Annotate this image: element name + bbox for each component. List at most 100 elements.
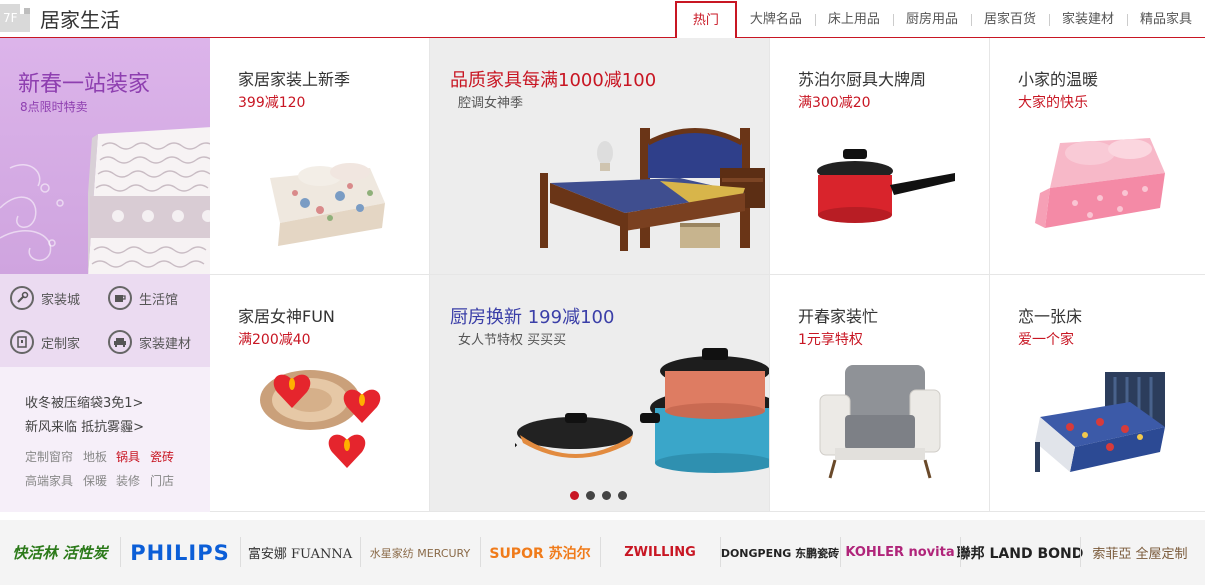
link-premium-furniture[interactable]: 高端家具 <box>25 472 73 489</box>
promo-link-quilt-bags[interactable]: 收冬被压缩袋3免1> <box>25 392 143 411</box>
brand-logo-text: 水星家纺 MERCURY <box>369 546 471 560</box>
brand-logo-text: PHILIPS <box>130 540 230 565</box>
promo-tile-bed[interactable]: 恋一张床 爱一个家 <box>990 275 1205 512</box>
kids-bed-image <box>1035 372 1165 472</box>
tile-subtitle: 大家的快乐 <box>1018 95 1088 111</box>
promo-tile-candles[interactable]: 家居女神FUN 满200减40 <box>210 275 430 512</box>
tile-subtitle: 爱一个家 <box>1018 332 1074 348</box>
banner-subtitle: 8点限时特卖 <box>20 100 88 114</box>
carousel-dot-2[interactable] <box>586 491 595 500</box>
tab-building-materials[interactable]: 家装建材 <box>1048 0 1127 38</box>
armchair-image <box>819 365 941 479</box>
promo-tile-home-warm[interactable]: 小家的温暖 大家的快乐 <box>990 38 1205 275</box>
tile-title: 恋一张床 <box>1018 307 1083 326</box>
tab-bedding[interactable]: 床上用品 <box>814 0 893 38</box>
brand-zwilling[interactable]: ZWILLING <box>600 520 720 585</box>
link-custom-home[interactable]: 定制家 <box>10 330 80 354</box>
link-building-materials[interactable]: 家装建材 <box>108 330 191 354</box>
brand-logo-text: 富安娜 FUANNA <box>247 547 353 562</box>
banner-title: 新春一站装家 <box>18 72 151 97</box>
tile-title: 家居家装上新季 <box>238 70 351 89</box>
promo-tile-kitchen[interactable]: 厨房换新 199减100 女人节特权 买买买 <box>430 275 770 512</box>
pink-bedding-image <box>1035 138 1165 228</box>
bed-image <box>540 128 765 251</box>
brand-logo-text: DONGPENG 东鹏瓷砖 <box>720 546 840 560</box>
tab-furniture[interactable]: 精品家具 <box>1126 0 1205 38</box>
brand-landbond[interactable]: 聯邦 LAND BOND <box>957 520 1083 585</box>
link-life-store[interactable]: 生活馆 <box>108 286 178 310</box>
tile-title: 小家的温暖 <box>1018 70 1099 89</box>
tab-kitchen[interactable]: 厨房用品 <box>892 0 971 38</box>
brand-fuanna[interactable]: 富安娜 FUANNA <box>240 520 360 585</box>
cookware-image <box>515 348 769 473</box>
link-home-decoration-city[interactable]: 家装城 <box>10 286 80 310</box>
cup-icon <box>108 286 132 310</box>
wrench-icon <box>10 286 34 310</box>
promo-link-air-purifier[interactable]: 新风来临 抵抗雾霾> <box>25 416 144 435</box>
brand-philips[interactable]: PHILIPS <box>120 520 240 585</box>
left-banner[interactable]: 新春一站装家 8点限时特卖 <box>0 38 210 274</box>
tile-title: 开春家装忙 <box>798 307 879 326</box>
bedding-image <box>270 163 385 246</box>
floor-tabs: 热门 大牌名品 床上用品 厨房用品 居家百货 家装建材 精品家具 <box>674 0 1205 40</box>
promo-tile-supor[interactable]: 苏泊尔厨具大牌周 满300减20 <box>770 38 990 275</box>
link-label: 生活馆 <box>139 292 179 308</box>
brand-logo-text: 聯邦 LAND BOND <box>956 545 1084 562</box>
floor-header: 7F 居家生活 热门 大牌名品 床上用品 厨房用品 居家百货 家装建材 精品家具 <box>0 0 1205 40</box>
tile-subtitle: 满200减40 <box>238 332 311 348</box>
tile-title: 苏泊尔厨具大牌周 <box>798 70 927 89</box>
promo-tile-bedding[interactable]: 家居家装上新季 399减120 <box>210 38 430 275</box>
tab-household[interactable]: 居家百货 <box>970 0 1049 38</box>
tile-subtitle: 腔调女神季 <box>458 96 524 111</box>
link-label: 家装建材 <box>139 336 192 352</box>
link-label: 家装城 <box>41 292 81 308</box>
carousel-dot-4[interactable] <box>618 491 627 500</box>
floor-title: 居家生活 <box>40 8 120 32</box>
tile-title: 品质家具每满1000减100 <box>450 70 657 91</box>
candles-image <box>260 370 381 468</box>
brand-kohler[interactable]: KOHLER novita <box>840 520 960 585</box>
link-label: 定制家 <box>41 336 81 352</box>
brand-sogal[interactable]: 索菲亞 全屋定制 <box>1080 520 1200 585</box>
floor-badge: 7F <box>0 4 30 32</box>
tile-title: 家居女神FUN <box>238 307 335 326</box>
link-flooring[interactable]: 地板 <box>83 448 107 465</box>
link-cookware[interactable]: 锅具 <box>116 448 140 465</box>
brand-logo-text: ZWILLING <box>624 545 696 560</box>
left-panel: 新春一站装家 8点限时特卖 家装城 生活馆 定制家 家装建材 收冬被压缩袋3免1… <box>0 38 210 512</box>
text-links: 收冬被压缩袋3免1> 新风来临 抵抗雾霾> 定制窗帘 地板 锅具 瓷砖 高端家具… <box>0 367 210 512</box>
carousel-dots <box>570 491 627 500</box>
category-icon-links: 家装城 生活馆 定制家 家装建材 <box>0 274 210 367</box>
tab-hot[interactable]: 热门 <box>674 1 737 40</box>
promo-tile-chair[interactable]: 开春家装忙 1元享特权 <box>770 275 990 512</box>
saucepan-image <box>817 149 955 223</box>
tile-subtitle: 399减120 <box>238 95 306 111</box>
brand-dongpeng[interactable]: DONGPENG 东鹏瓷砖 <box>720 520 840 585</box>
tile-subtitle: 满300减20 <box>798 95 871 111</box>
brand-logo-text: KOHLER novita <box>845 545 955 560</box>
brand-mercury[interactable]: 水星家纺 MERCURY <box>360 520 480 585</box>
brand-logo-text: 快活林 活性炭 <box>12 544 108 562</box>
brand-supor[interactable]: SUPOR 苏泊尔 <box>480 520 600 585</box>
carousel-dot-1[interactable] <box>570 491 579 500</box>
brand-logo-text: 索菲亞 全屋定制 <box>1092 547 1188 562</box>
sofa-icon <box>108 330 132 354</box>
link-stores[interactable]: 门店 <box>150 472 174 489</box>
link-curtains[interactable]: 定制窗帘 <box>25 448 73 465</box>
link-warmth[interactable]: 保暖 <box>83 472 107 489</box>
carousel-dot-3[interactable] <box>602 491 611 500</box>
door-icon <box>10 330 34 354</box>
link-tiles[interactable]: 瓷砖 <box>150 448 174 465</box>
floor-label: 7F <box>3 11 18 25</box>
brand-logo-text: SUPOR 苏泊尔 <box>489 545 591 562</box>
promo-tile-furniture[interactable]: 品质家具每满1000减100 腔调女神季 <box>430 38 770 275</box>
tile-subtitle: 1元享特权 <box>798 332 863 348</box>
floor-section: 7F 居家生活 热门 大牌名品 床上用品 厨房用品 居家百货 家装建材 精品家具 <box>0 0 1205 585</box>
floral-decoration <box>0 164 64 262</box>
link-renovation[interactable]: 装修 <box>116 472 140 489</box>
brand-bar: 快活林 活性炭 PHILIPS 富安娜 FUANNA 水星家纺 MERCURY … <box>0 520 1205 585</box>
tile-title: 厨房换新 199减100 <box>450 307 615 328</box>
brand-kuaihuolin[interactable]: 快活林 活性炭 <box>0 520 120 585</box>
tab-brands[interactable]: 大牌名品 <box>737 0 815 38</box>
mattress-image <box>88 127 210 274</box>
